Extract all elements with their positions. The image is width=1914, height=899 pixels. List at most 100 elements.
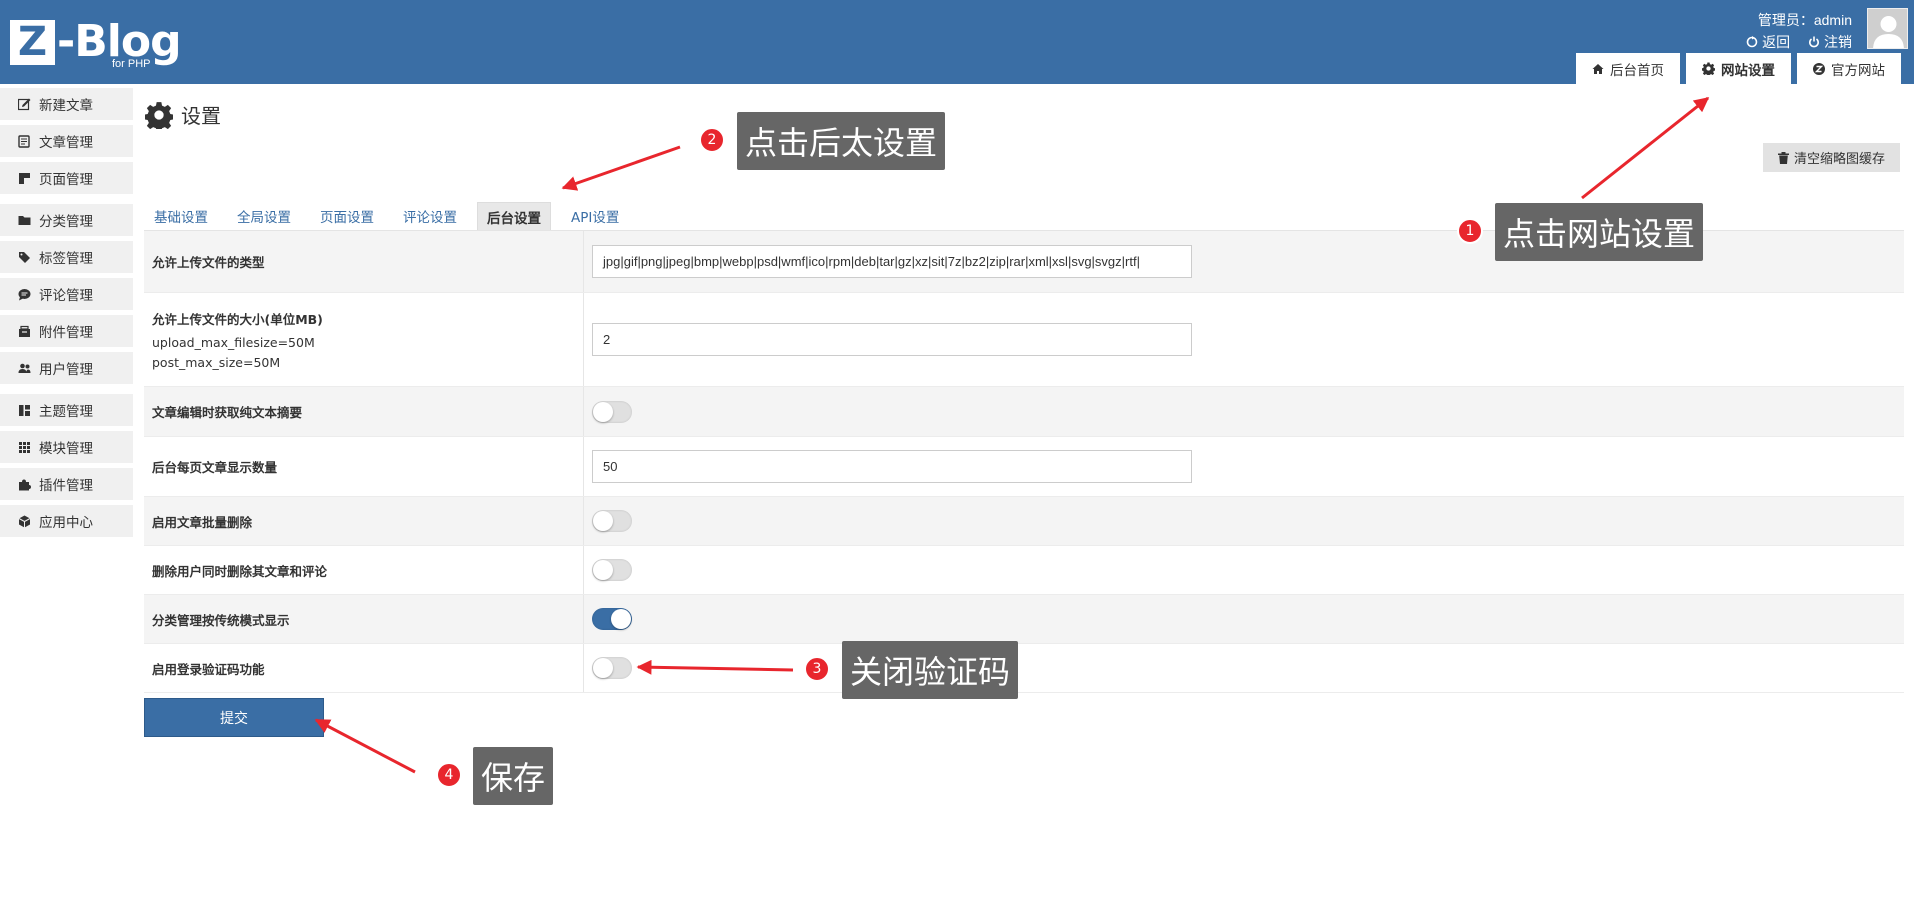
submit-button[interactable]: 提交 (144, 698, 324, 737)
back-label: 返回 (1762, 34, 1791, 50)
setting-row: 允许上传文件的大小(单位MB) upload_max_filesize=50M … (144, 293, 1904, 387)
sidebar-item-plugins[interactable]: 插件管理 (0, 468, 133, 500)
sidebar-item-categories[interactable]: 分类管理 (0, 204, 133, 236)
top-tab-label: 后台首页 (1610, 62, 1664, 78)
arrow-2 (561, 145, 681, 191)
annotation-badge-3: 3 (804, 656, 830, 682)
setting-label: 删除用户同时删除其文章和评论 (144, 546, 584, 594)
setting-label-text: 文章编辑时获取纯文本摘要 (152, 405, 303, 420)
annotation-callout-2: 点击后太设置 (737, 112, 946, 170)
settings-tabs: 基础设置 全局设置 页面设置 评论设置 后台设置 API设置 (145, 202, 639, 230)
zblog-icon (1813, 62, 1825, 75)
articles-per-page-input[interactable]: 50 (592, 450, 1192, 483)
tab-api[interactable]: API设置 (562, 202, 628, 230)
top-tab-label: 官方网站 (1831, 62, 1885, 78)
tab-comment[interactable]: 评论设置 (394, 202, 466, 230)
power-icon (1809, 36, 1820, 48)
setting-label-text: 后台每页文章显示数量 (152, 460, 278, 475)
annotation-callout-4: 保存 (473, 747, 554, 805)
annotation-badge-4: 4 (436, 762, 462, 788)
sidebar-item-app-center[interactable]: 应用中心 (0, 505, 133, 537)
clear-cache-label: 清空缩略图缓存 (1793, 152, 1885, 167)
setting-label-text: 允许上传文件的类型 (152, 255, 265, 270)
setting-row: 启用文章批量删除 (144, 497, 1904, 546)
trash-icon (1777, 151, 1789, 164)
sidebar-item-tags[interactable]: 标签管理 (0, 241, 133, 273)
tag-icon (19, 251, 30, 263)
settings-table: 允许上传文件的类型 jpg|gif|png|jpeg|bmp|webp|psd|… (144, 230, 1904, 693)
sidebar-item-label: 标签管理 (39, 251, 93, 267)
setting-note: upload_max_filesize=50M (152, 335, 315, 350)
sidebar-item-attachments[interactable]: 附件管理 (0, 315, 133, 347)
logout-label: 注销 (1824, 34, 1852, 50)
setting-label: 启用文章批量删除 (144, 497, 584, 545)
setting-label: 启用登录验证码功能 (144, 644, 584, 692)
sidebar-item-label: 插件管理 (39, 478, 93, 494)
top-tab-site-settings[interactable]: 网站设置 (1686, 53, 1791, 84)
annotation-badge-1: 1 (1457, 218, 1483, 244)
clear-thumbnail-cache-button[interactable]: 清空缩略图缓存 (1763, 143, 1900, 172)
sidebar-item-themes[interactable]: 主题管理 (0, 394, 133, 426)
setting-label: 分类管理按传统模式显示 (144, 595, 584, 643)
sidebar-item-articles[interactable]: 文章管理 (0, 125, 133, 157)
grid-icon (19, 441, 30, 453)
user-avatar-icon (1868, 9, 1907, 48)
sidebar-item-label: 分类管理 (39, 214, 93, 230)
user-label: 管理员：admin (1757, 12, 1852, 28)
page-title-text: 设置 (181, 104, 221, 128)
avatar[interactable] (1867, 8, 1908, 49)
page-icon (19, 172, 30, 184)
sidebar-item-label: 评论管理 (39, 288, 93, 304)
annotation-callout-1: 点击网站设置 (1495, 203, 1704, 261)
arrow-4 (314, 718, 416, 774)
delete-user-content-toggle[interactable] (592, 559, 632, 581)
puzzle-icon (19, 479, 31, 490)
sidebar-item-modules[interactable]: 模块管理 (0, 431, 133, 463)
back-link[interactable]: 返回 (1746, 32, 1790, 52)
classic-category-toggle[interactable] (592, 608, 632, 630)
folder-icon (18, 215, 31, 225)
sidebar-item-label: 用户管理 (39, 362, 93, 378)
attachment-icon (19, 325, 30, 337)
annotation-badge-2: 2 (699, 127, 725, 153)
tab-basic[interactable]: 基础设置 (145, 202, 217, 230)
home-icon (1592, 63, 1604, 74)
logout-link[interactable]: 注销 (1808, 32, 1852, 52)
setting-label-text: 允许上传文件的大小(单位MB) (152, 312, 323, 327)
logo[interactable]: Z -Blog for PHP (10, 20, 182, 70)
header: Z -Blog for PHP 管理员：admin 返回 注销 后台首页 网站设… (0, 0, 1914, 84)
sidebar-item-new-article[interactable]: 新建文章 (0, 88, 133, 120)
sidebar-item-comments[interactable]: 评论管理 (0, 278, 133, 310)
upload-types-input[interactable]: jpg|gif|png|jpeg|bmp|webp|psd|wmf|ico|rp… (592, 245, 1192, 278)
theme-icon (19, 404, 30, 416)
top-tab-official-site[interactable]: 官方网站 (1797, 53, 1901, 84)
sidebar-item-label: 附件管理 (39, 325, 93, 341)
sidebar-item-label: 主题管理 (39, 404, 93, 420)
setting-row: 文章编辑时获取纯文本摘要 (144, 387, 1904, 437)
upload-size-input[interactable]: 2 (592, 323, 1192, 356)
sidebar-item-label: 新建文章 (39, 98, 93, 114)
setting-row: 删除用户同时删除其文章和评论 (144, 546, 1904, 595)
annotation-callout-3: 关闭验证码 (842, 641, 1019, 699)
tab-page[interactable]: 页面设置 (311, 202, 383, 230)
gear-icon (145, 101, 173, 129)
sidebar-item-label: 应用中心 (39, 515, 93, 531)
setting-label-text: 删除用户同时删除其文章和评论 (152, 563, 328, 579)
sidebar-item-pages[interactable]: 页面管理 (0, 162, 133, 194)
tab-global[interactable]: 全局设置 (228, 202, 300, 230)
top-tab-dashboard[interactable]: 后台首页 (1576, 53, 1680, 84)
tab-backend[interactable]: 后台设置 (477, 202, 551, 230)
login-captcha-toggle[interactable] (592, 657, 632, 679)
user-links: 返回 注销 (1746, 32, 1852, 52)
setting-label-text: 启用登录验证码功能 (152, 661, 265, 677)
batch-delete-toggle[interactable] (592, 510, 632, 532)
box-icon (18, 515, 31, 527)
edit-icon (18, 98, 31, 110)
users-icon (18, 363, 31, 373)
gear-icon (1702, 62, 1715, 75)
logo-z: Z (10, 20, 55, 65)
logo-sub: for PHP (112, 58, 151, 70)
sidebar-item-users[interactable]: 用户管理 (0, 352, 133, 384)
setting-row: 后台每页文章显示数量 50 (144, 437, 1904, 497)
plain-text-summary-toggle[interactable] (592, 400, 632, 423)
